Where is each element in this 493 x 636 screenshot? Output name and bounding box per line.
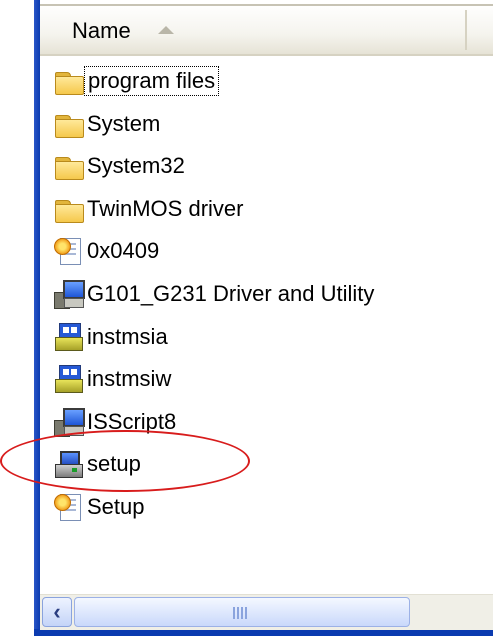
- setup-info-icon: [54, 236, 84, 266]
- file-name: System32: [87, 153, 185, 178]
- file-name: System: [87, 111, 161, 136]
- column-header: Name: [40, 4, 493, 56]
- folder-icon: [54, 109, 84, 139]
- header-top-line: [40, 4, 493, 6]
- file-name: 0x0409: [87, 238, 160, 263]
- sort-ascending-icon: [158, 26, 174, 34]
- file-row-twinmos-driver[interactable]: TwinMOS driver: [54, 190, 246, 228]
- msi-package-icon: [54, 364, 84, 394]
- file-row-system32[interactable]: System32: [54, 147, 188, 185]
- file-name: Setup: [87, 494, 145, 519]
- file-row-program-files[interactable]: program files: [54, 62, 220, 100]
- installer-icon: [54, 279, 85, 309]
- file-row-system[interactable]: System: [54, 105, 163, 143]
- column-divider[interactable]: [465, 10, 467, 50]
- file-name: instmsia: [87, 324, 168, 349]
- folder-icon: [54, 194, 84, 224]
- file-list-pane: Name program files System System32 TwinM…: [40, 0, 493, 630]
- scroll-left-button[interactable]: ‹: [42, 597, 72, 627]
- horizontal-scrollbar[interactable]: ‹: [40, 594, 493, 630]
- scroll-grip-icon: [233, 607, 235, 619]
- file-name: program files: [84, 66, 220, 96]
- folder-icon: [54, 66, 84, 96]
- file-row-g101-driver[interactable]: G101_G231 Driver and Utility: [54, 275, 377, 313]
- red-highlight-ellipse: [0, 430, 250, 492]
- file-name: TwinMOS driver: [87, 196, 244, 221]
- folder-icon: [54, 151, 84, 181]
- file-name: instmsiw: [87, 366, 172, 391]
- scroll-thumb[interactable]: [74, 597, 410, 627]
- window-frame-bottom: [34, 629, 493, 636]
- file-row-setup-info[interactable]: Setup: [54, 488, 148, 526]
- file-row-instmsiw[interactable]: instmsiw: [54, 360, 174, 398]
- file-name: G101_G231 Driver and Utility: [87, 281, 375, 306]
- setup-info-icon: [54, 492, 84, 522]
- msi-package-icon: [54, 322, 84, 352]
- name-column-label[interactable]: Name: [72, 18, 131, 44]
- chevron-left-icon: ‹: [53, 599, 61, 624]
- file-row-0x0409[interactable]: 0x0409: [54, 232, 162, 270]
- file-row-instmsia[interactable]: instmsia: [54, 318, 171, 356]
